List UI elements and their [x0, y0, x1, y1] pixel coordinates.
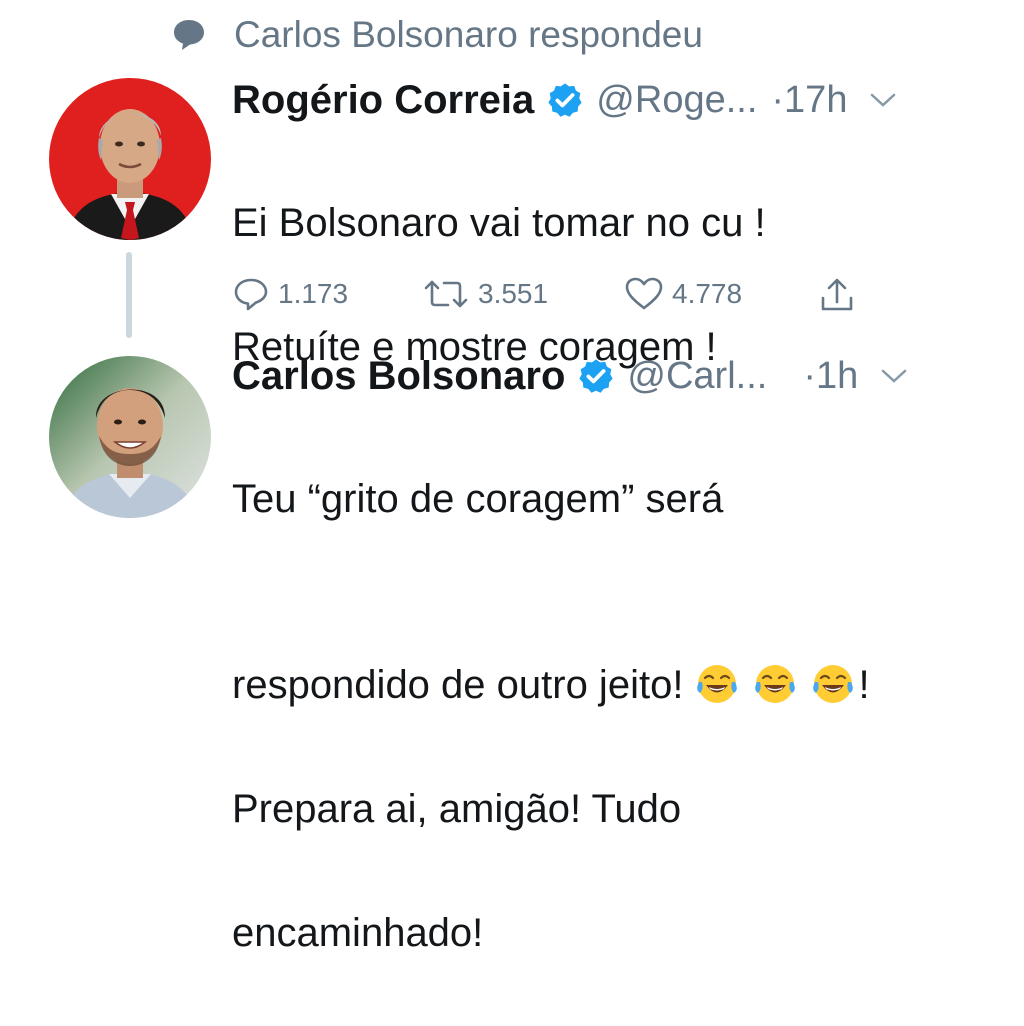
avatar-carlos[interactable]: [49, 356, 211, 518]
like-button[interactable]: 4.778: [624, 276, 742, 312]
tweet-text-line: Teu “grito de coragem” será: [232, 477, 724, 521]
author-handle[interactable]: @Roge...: [596, 79, 757, 122]
tweet-text-line: Ei Bolsonaro vai tomar no cu !: [232, 201, 766, 245]
retweet-button[interactable]: 3.551: [422, 276, 548, 312]
tweet-timestamp[interactable]: 17h: [784, 79, 847, 122]
tweet-text-line: respondido de outro jeito! !: [232, 592, 1002, 716]
tweet-2-text: Teu “grito de coragem” será respondido d…: [232, 406, 1002, 1026]
tweet-text-line: Prepara ai, amigão! Tudo: [232, 787, 682, 831]
share-button[interactable]: [818, 276, 864, 314]
speech-bubble-icon: [170, 16, 208, 54]
tweet-text-segment: respondido de outro jeito!: [232, 663, 695, 707]
share-icon: [821, 278, 853, 311]
face-with-tears-of-joy-icon: [696, 665, 737, 703]
separator-dot: ·: [803, 354, 816, 397]
reply-button[interactable]: 1.173: [232, 276, 348, 312]
heart-icon: [625, 277, 663, 310]
avatar-rogerio[interactable]: [49, 78, 211, 240]
reply-context: Carlos Bolsonaro respondeu: [170, 12, 703, 58]
reply-icon: [234, 278, 268, 311]
author-handle[interactable]: @Carl...: [627, 355, 767, 398]
author-name[interactable]: Rogério Correia: [232, 78, 534, 123]
tweet-text-segment: !: [858, 663, 870, 707]
verified-badge-icon: [548, 83, 582, 117]
tweet-1-header: Rogério Correia @Roge... · 17h: [232, 74, 897, 126]
chevron-down-icon[interactable]: [869, 90, 897, 110]
reply-context-label: Carlos Bolsonaro respondeu: [234, 14, 703, 55]
tweet-timestamp[interactable]: 1h: [816, 355, 858, 398]
chevron-down-icon[interactable]: [880, 366, 908, 386]
retweet-icon: [424, 280, 468, 308]
tweet-text-line: encaminhado!: [232, 911, 484, 955]
author-name[interactable]: Carlos Bolsonaro: [232, 354, 565, 399]
thread-connector: [126, 252, 132, 338]
verified-badge-icon: [579, 359, 614, 393]
tweet-2-header: Carlos Bolsonaro @Carl... · 1h: [232, 350, 908, 402]
retweet-count: 3.551: [478, 278, 549, 309]
reply-count: 1.173: [278, 278, 349, 309]
like-count: 4.778: [672, 278, 743, 309]
face-with-tears-of-joy-icon: [754, 665, 795, 703]
face-with-tears-of-joy-icon: [812, 665, 853, 703]
separator-dot: ·: [771, 78, 785, 121]
